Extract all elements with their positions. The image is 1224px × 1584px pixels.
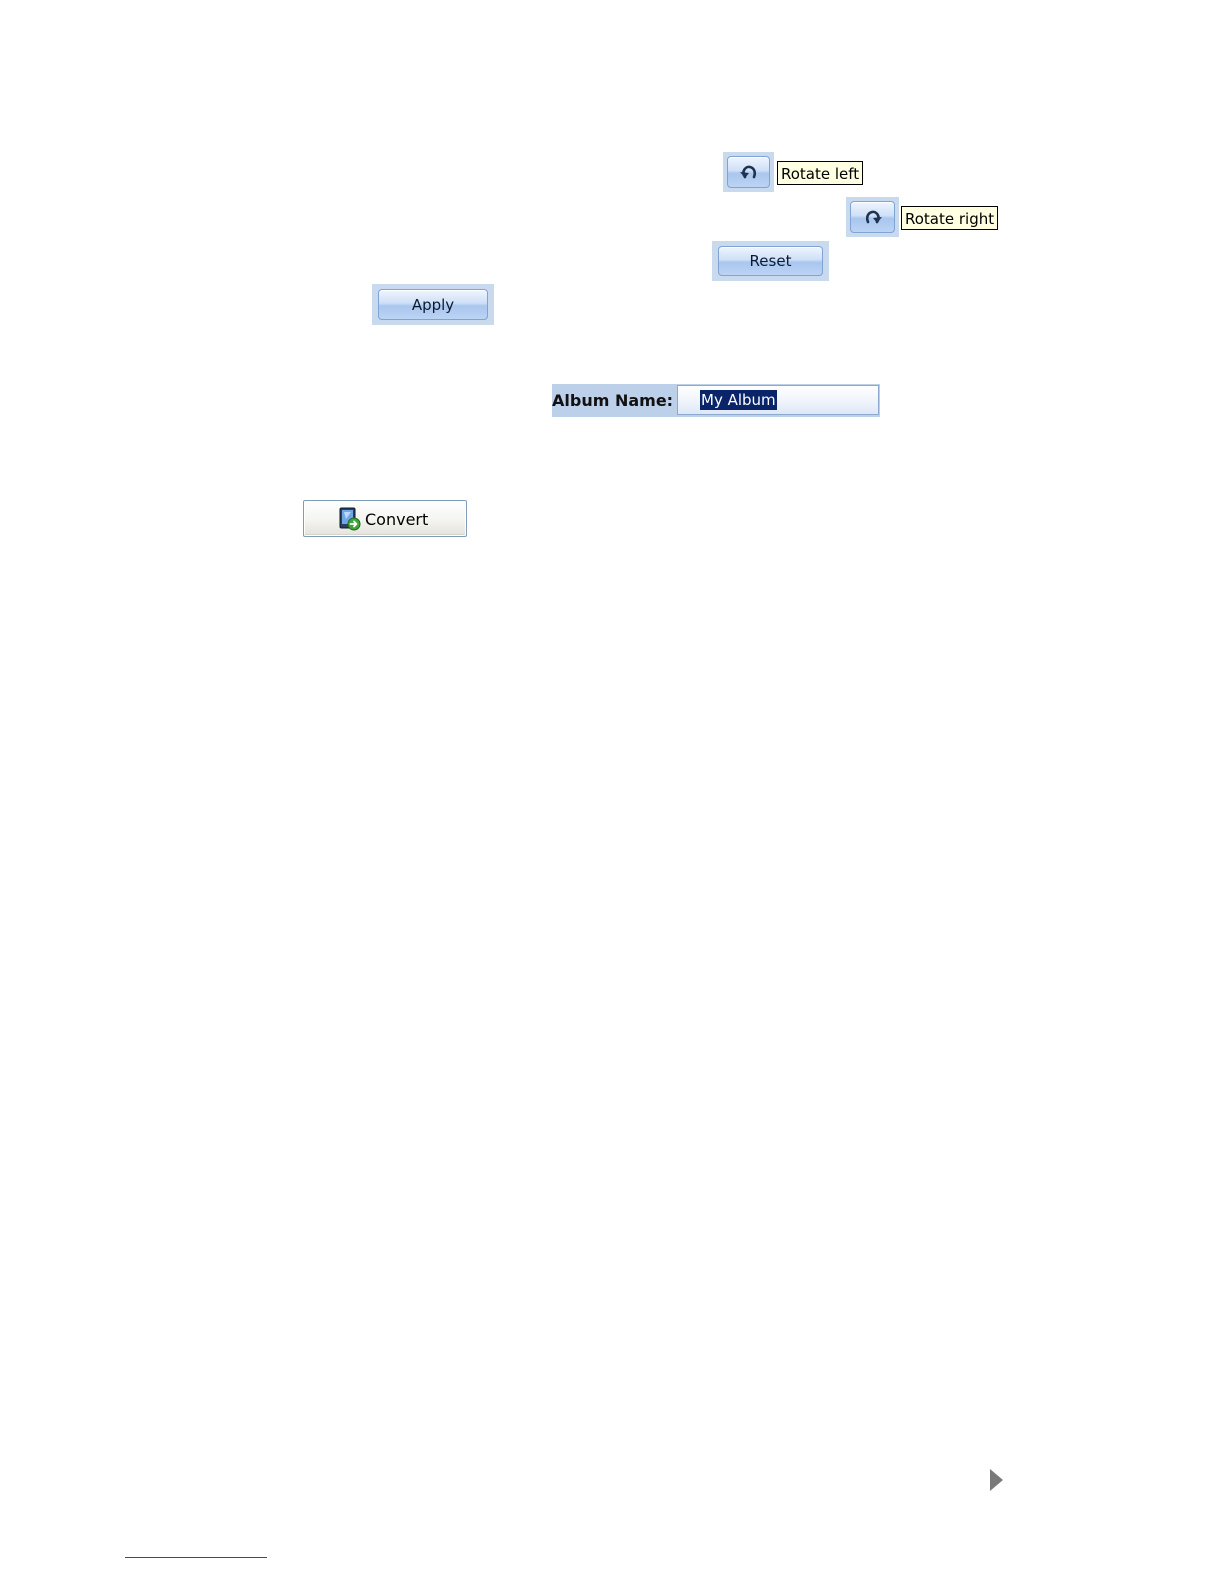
rotate-right-icon (865, 210, 882, 224)
convert-button-label: Convert (365, 510, 429, 529)
album-name-row: Album Name: My Album (552, 384, 880, 417)
rotate-left-icon (739, 165, 756, 179)
next-arrow-icon[interactable] (990, 1469, 1003, 1491)
rotate-left-button-frame (723, 152, 774, 192)
convert-icon (339, 507, 361, 531)
album-name-value: My Album (700, 390, 777, 410)
album-name-input[interactable]: My Album (677, 385, 879, 415)
rotate-left-tooltip: Rotate left (777, 161, 864, 185)
apply-button-frame: Apply (372, 284, 494, 325)
convert-button[interactable]: Convert (303, 500, 467, 537)
rotate-left-button[interactable] (727, 156, 770, 188)
rotate-right-button[interactable] (850, 201, 895, 233)
reset-button[interactable]: Reset (718, 246, 823, 276)
reset-button-frame: Reset (712, 241, 829, 281)
album-name-label: Album Name: (552, 391, 674, 410)
footnote-divider (125, 1557, 267, 1558)
apply-button[interactable]: Apply (378, 289, 488, 320)
rotate-right-button-frame (846, 197, 899, 237)
rotate-right-tooltip: Rotate right (901, 206, 999, 230)
